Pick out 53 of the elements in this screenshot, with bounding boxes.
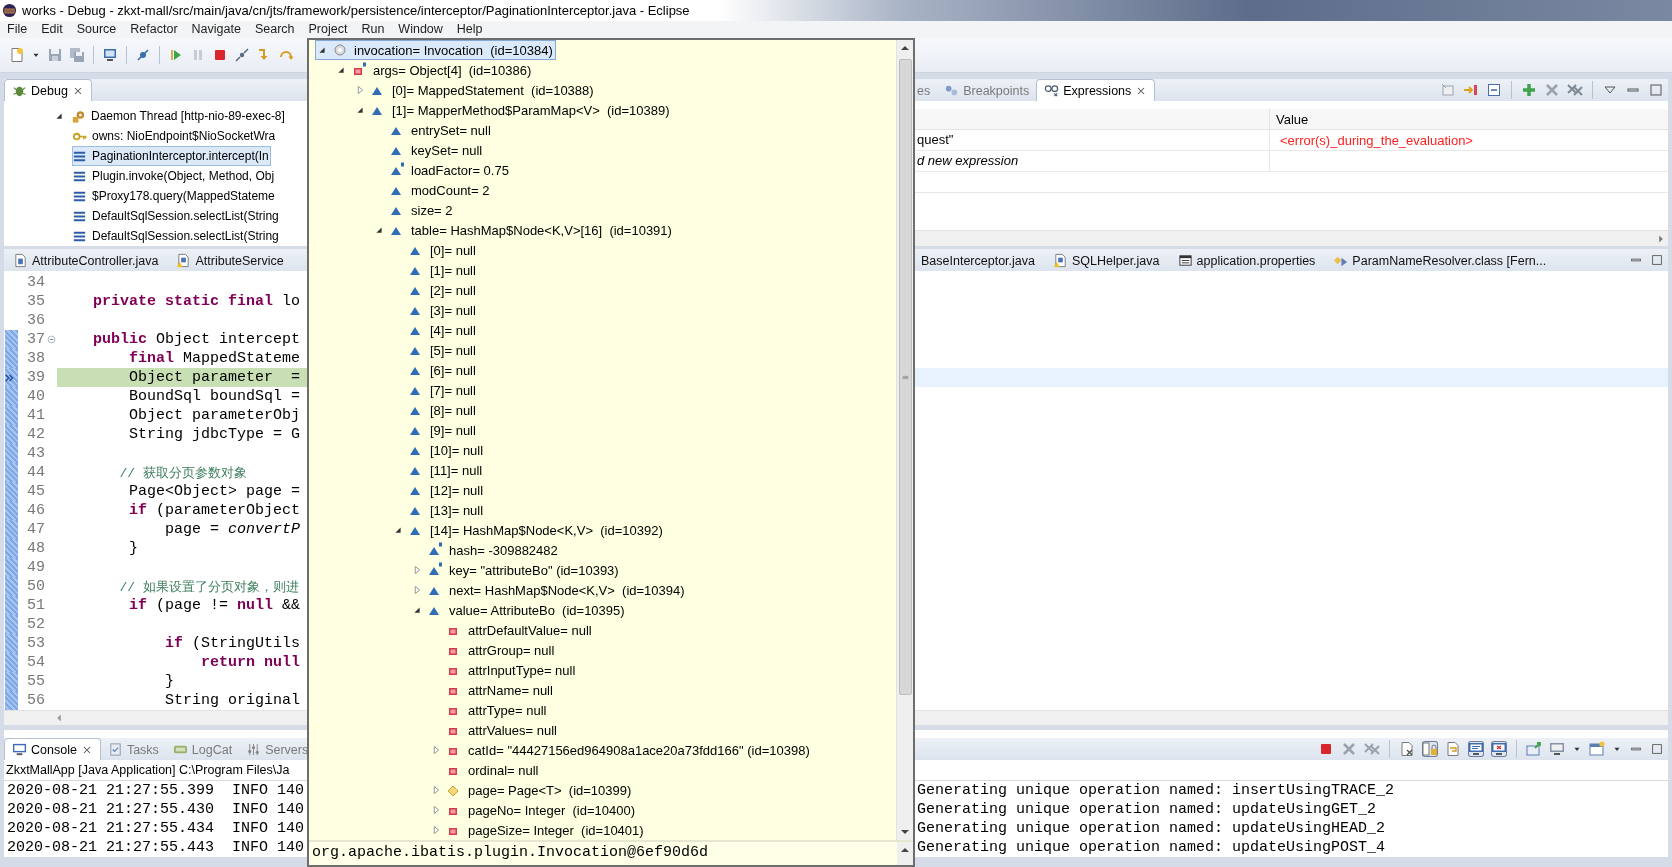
code-text: String original — [164, 692, 301, 709]
line-number: 47 — [26, 521, 45, 538]
code-text: final MappedStateme — [128, 350, 301, 367]
line-number: 48 — [26, 540, 45, 557]
code-text: String jdbcType = G — [128, 426, 301, 443]
code-text: Object parameter = — [128, 369, 301, 386]
line-number: 34 — [26, 274, 45, 291]
column-header: Value — [1275, 111, 1309, 127]
code-text: } — [164, 673, 175, 690]
line-number: 45 — [26, 483, 45, 500]
code-text: if (parameterObject — [128, 502, 301, 519]
line-number: 37 — [26, 331, 45, 348]
code-text: BoundSql boundSql = — [128, 388, 301, 405]
console-line: Generating unique operation named: updateUsingGET_2 — [917, 801, 1377, 818]
line-number: 50 — [26, 578, 45, 595]
console-line: 2020-08-21 21:27:55.399 INFO 140 — [7, 782, 305, 799]
line-number: 39 — [26, 369, 45, 386]
line-number: 42 — [26, 426, 45, 443]
console-line: Generating unique operation named: updateUsingHEAD_2 — [917, 820, 1386, 837]
line-number: 40 — [26, 388, 45, 405]
code-comment: // 如果设置了分页对象，则进 — [118, 578, 299, 596]
table-cell-text: <error(s)_during_the_evaluation> — [1279, 132, 1473, 148]
console-line: Generating unique operation named: updateUsingPOST_4 — [917, 839, 1386, 856]
code-text: Page<Object> page = — [128, 483, 301, 500]
code-text: Object parameterObj — [128, 407, 301, 424]
code-text: if (page != null && — [128, 597, 301, 614]
line-number: 38 — [26, 350, 45, 367]
code-text: public Object intercept — [92, 331, 301, 348]
line-number: 54 — [26, 654, 45, 671]
line-number: 49 — [26, 559, 45, 576]
detail-text: org.apache.ibatis.plugin.Invocation@6ef90d6d — [311, 843, 710, 863]
line-number: 51 — [26, 597, 45, 614]
line-number: 41 — [26, 407, 45, 424]
code-text: page = convertP — [164, 521, 301, 538]
code-comment: // 获取分页参数对象 — [118, 464, 247, 482]
console-line: 2020-08-21 21:27:55.430 INFO 140 — [7, 801, 305, 818]
console-line: 2020-08-21 21:27:55.434 INFO 140 — [7, 820, 305, 837]
line-number: 46 — [26, 502, 45, 519]
console-line: 2020-08-21 21:27:55.443 INFO 140 — [7, 839, 305, 856]
console-line: Generating unique operation named: insertUsingTRACE_2 — [917, 782, 1395, 799]
line-number: 56 — [26, 692, 45, 709]
line-number: 44 — [26, 464, 45, 481]
code-text: if (StringUtils — [164, 635, 301, 652]
line-number: 43 — [26, 445, 45, 462]
line-number: 36 — [26, 312, 45, 329]
code-text: private static final lo — [92, 293, 301, 310]
line-number: 53 — [26, 635, 45, 652]
code-text: } — [128, 540, 138, 557]
code-text: return null — [200, 654, 301, 671]
line-number: 52 — [26, 616, 45, 633]
line-number: 35 — [26, 293, 45, 310]
line-number: 55 — [26, 673, 45, 690]
window-title: works - Debug - zkxt-mall/src/main/java/cn/jts/framework/persistence/interceptor/PaginationInterceptor.java - Eclipse — [22, 3, 690, 18]
